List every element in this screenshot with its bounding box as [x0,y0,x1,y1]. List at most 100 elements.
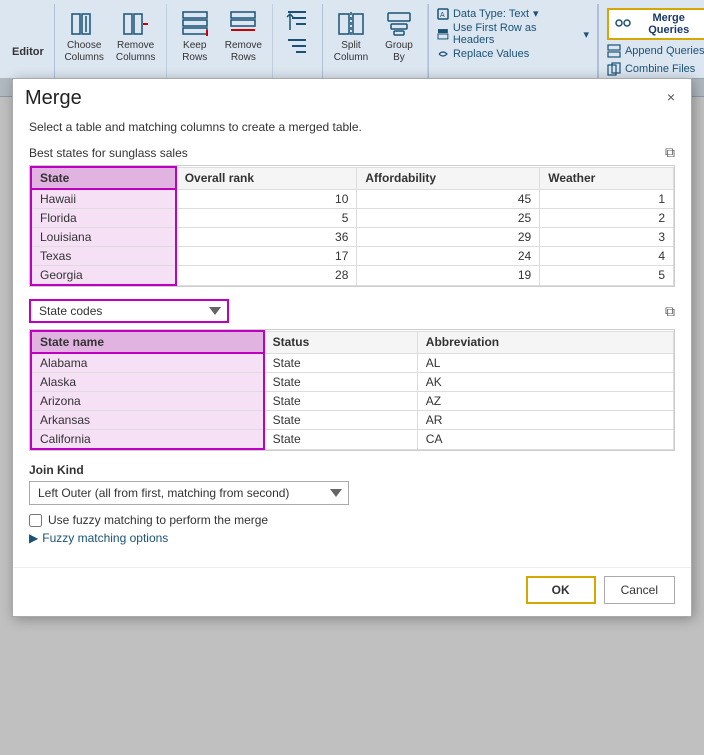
remove-columns-label: Remove Columns [116,40,156,64]
table2-col-statename[interactable]: State name [31,331,264,353]
remove-rows-label: Remove Rows [225,40,262,64]
table1: State Overall rank Affordability Weather… [30,166,674,286]
choose-columns-button[interactable]: Choose Columns [61,6,108,66]
join-kind-section: Join Kind Left Outer (all from first, ma… [29,463,675,545]
table1-cell-rank-5: 28 [176,266,357,286]
table2-cell-name-2: Alaska [31,373,264,392]
group-by-icon [383,8,415,40]
append-queries-item[interactable]: Append Queries ▾ [607,42,704,60]
table1-cell-weather-3: 3 [540,228,674,247]
keep-rows-icon [179,8,211,40]
fuzzy-matching-options-link[interactable]: ▶ Fuzzy matching options [29,531,675,545]
table1-cell-afford-2: 25 [357,209,540,228]
table1-cell-state-3: Louisiana [31,228,176,247]
table1-label-row: Best states for sunglass sales ⧉ [29,144,675,161]
table1-cell-state-4: Texas [31,247,176,266]
sort-icons [286,6,308,56]
dialog-titlebar: Merge × [13,79,691,114]
table1-col-rank[interactable]: Overall rank [176,167,357,189]
fuzzy-link-text: Fuzzy matching options [42,531,168,545]
table2-cell-name-5: California [31,430,264,450]
replace-values-row[interactable]: Replace Values [437,47,589,61]
table2-cell-name-4: Arkansas [31,411,264,430]
table1-cell-weather-5: 5 [540,266,674,286]
combine-files-item[interactable]: Combine Files [607,60,704,78]
dialog-body: Select a table and matching columns to c… [13,114,691,567]
table2: State name Status Abbreviation Alabama S… [30,330,674,450]
table2-cell-abbr-4: AR [417,411,673,430]
editor-label: Editor [6,42,50,58]
table1-cell-afford-4: 24 [357,247,540,266]
join-kind-dropdown[interactable]: Left Outer (all from first, matching fro… [29,481,349,505]
table1-cell-afford-3: 29 [357,228,540,247]
remove-rows-icon [227,8,259,40]
table-row: Alaska State AK [31,373,674,392]
group-by-label: Group By [381,40,417,64]
svg-text:A: A [440,12,445,19]
table1-cell-state-5: Georgia [31,266,176,286]
data-type-row[interactable]: A Data Type: Text ▾ [437,6,589,21]
dialog-subtitle: Select a table and matching columns to c… [29,120,675,134]
table2-col-status[interactable]: Status [264,331,418,353]
fuzzy-checkbox[interactable] [29,514,42,527]
remove-columns-button[interactable]: Remove Columns [112,6,160,66]
dialog-overlay: Merge × Select a table and matching colu… [0,78,704,755]
dialog-title: Merge [25,87,82,110]
table2-cell-status-5: State [264,430,418,450]
split-column-label: Split Column [333,40,369,64]
table1-cell-afford-5: 19 [357,266,540,286]
data-type-dropdown-icon: ▾ [533,7,539,20]
table2-cell-status-1: State [264,353,418,373]
table-row: Hawaii 10 45 1 [31,189,674,209]
table1-cell-rank-4: 17 [176,247,357,266]
append-queries-label: Append Queries [625,45,704,57]
table1-col-weather[interactable]: Weather [540,167,674,189]
table1-col-affordability[interactable]: Affordability [357,167,540,189]
fuzzy-checkbox-row: Use fuzzy matching to perform the merge [29,513,675,527]
table-row: Arkansas State AR [31,411,674,430]
table2-dropdown[interactable]: State codes Best states for sunglass sal… [29,299,229,323]
table1-copy-icon[interactable]: ⧉ [665,144,675,161]
join-kind-label: Join Kind [29,463,675,477]
fuzzy-link-arrow-icon: ▶ [29,531,38,545]
keep-rows-label: Keep Rows [177,40,213,64]
table1-cell-weather-2: 2 [540,209,674,228]
table-row: Florida 5 25 2 [31,209,674,228]
merge-queries-button[interactable]: Merge Queries ▾ [607,8,704,40]
cancel-button[interactable]: Cancel [604,576,675,604]
merge-queries-icon [615,15,631,34]
table1-cell-rank-2: 5 [176,209,357,228]
remove-columns-icon [120,8,152,40]
table1-cell-weather-4: 4 [540,247,674,266]
table2-dropdown-row: State codes Best states for sunglass sal… [29,299,675,323]
remove-rows-button[interactable]: Remove Rows [221,6,266,66]
merge-dialog: Merge × Select a table and matching colu… [12,78,692,617]
split-column-button[interactable]: Split Column [329,6,373,66]
table1-label: Best states for sunglass sales [29,146,188,160]
table-row: Alabama State AL [31,353,674,373]
table2-col-abbr[interactable]: Abbreviation [417,331,673,353]
close-button[interactable]: × [663,87,679,107]
table2-cell-abbr-2: AK [417,373,673,392]
ok-button[interactable]: OK [526,576,596,604]
replace-values-label: Replace Values [453,48,529,60]
combine-files-label: Combine Files [625,63,695,75]
table2-cell-status-2: State [264,373,418,392]
dialog-footer: OK Cancel [13,567,691,616]
use-first-row-row[interactable]: Use First Row as Headers ▾ [437,21,589,47]
keep-rows-button[interactable]: Keep Rows [173,6,217,66]
group-by-button[interactable]: Group By [377,6,421,66]
table2-copy-icon[interactable]: ⧉ [665,303,675,320]
use-first-row-label: Use First Row as Headers [453,22,580,46]
data-type-label: Data Type: Text [453,8,529,20]
table-row: Arizona State AZ [31,392,674,411]
table1-cell-rank-1: 10 [176,189,357,209]
table2-wrapper: State name Status Abbreviation Alabama S… [29,329,675,451]
table2-cell-status-4: State [264,411,418,430]
table2-cell-name-1: Alabama [31,353,264,373]
table2-cell-abbr-1: AL [417,353,673,373]
split-column-icon [335,8,367,40]
table1-col-state[interactable]: State [31,167,176,189]
fuzzy-checkbox-label: Use fuzzy matching to perform the merge [48,513,268,527]
table2-cell-name-3: Arizona [31,392,264,411]
